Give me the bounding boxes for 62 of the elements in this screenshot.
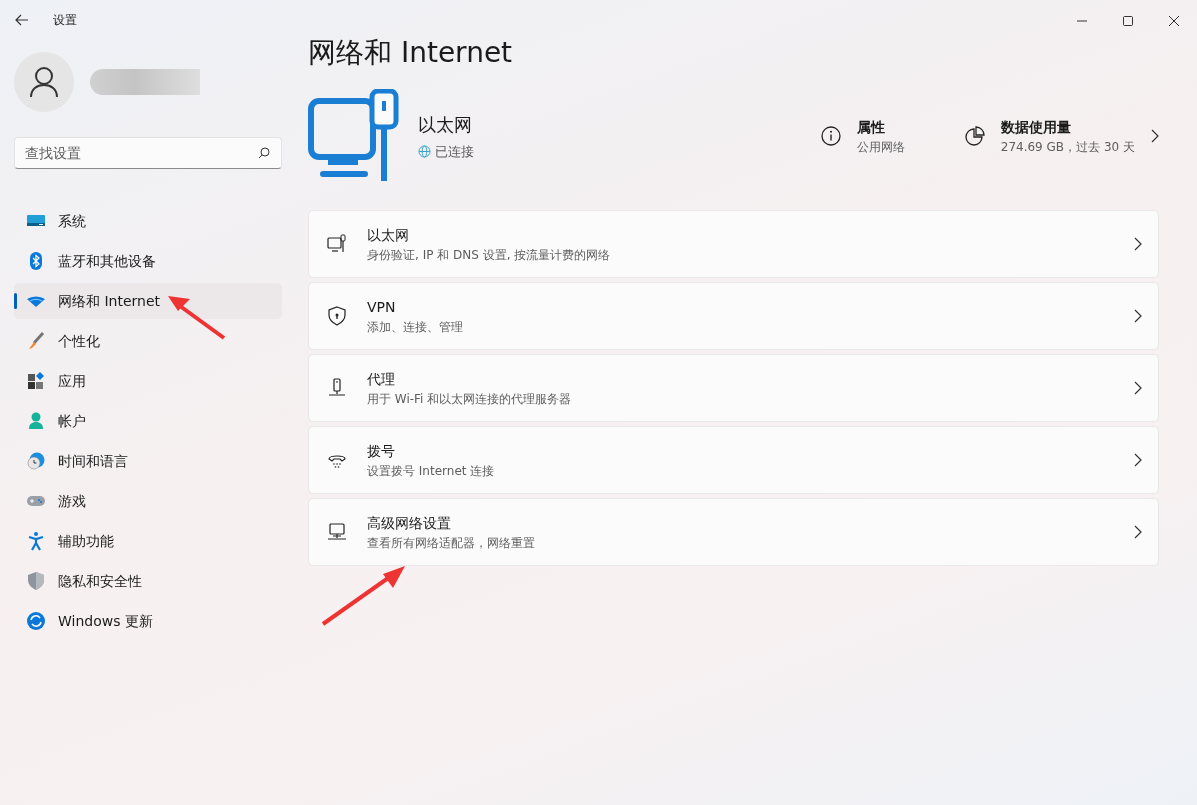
nav-item[interactable]: 时间和语言: [14, 443, 282, 479]
data-usage-value: 274.69 GB，过去 30 天: [1000, 138, 1135, 156]
settings-card[interactable]: 高级网络设置 查看所有网络适配器，网络重置: [308, 498, 1159, 566]
nav-item[interactable]: 个性化: [14, 323, 282, 359]
pie-chart-icon: [964, 126, 985, 146]
monitor-icon: [327, 234, 347, 254]
nav-item[interactable]: 游戏: [14, 483, 282, 519]
back-icon[interactable]: [15, 14, 29, 26]
setting-title: 以太网: [367, 225, 410, 245]
page-title: 网络和 Internet: [308, 35, 514, 71]
data-usage-label: 数据使用量: [1000, 117, 1072, 137]
close-icon[interactable]: [1169, 15, 1179, 26]
ethernet-monitor-icon: [308, 89, 402, 183]
search-field[interactable]: 查找设置: [14, 137, 282, 169]
person-icon: [26, 411, 46, 431]
setting-description: 用于 Wi-Fi 和以太网连接的代理服务器: [367, 390, 572, 408]
accessibility-icon: [26, 531, 46, 551]
update-icon: [26, 611, 46, 631]
setting-description: 添加、连接、管理: [367, 318, 463, 336]
settings-card[interactable]: VPN 添加、连接、管理: [308, 282, 1159, 350]
settings-card[interactable]: 拨号 设置拨号 Internet 连接: [308, 426, 1159, 494]
chevron-icon: [1134, 453, 1142, 467]
clock-icon: [26, 451, 46, 471]
info-icon: [820, 126, 841, 146]
chevron-icon: [1134, 381, 1142, 395]
chevron-icon: [1134, 525, 1142, 539]
shield-icon: [327, 306, 347, 326]
setting-title: 代理: [367, 369, 396, 389]
chevron-icon: [1134, 309, 1142, 323]
apps-icon: [26, 371, 46, 391]
globe-icon: [418, 145, 431, 158]
chevron-icon: [1151, 129, 1159, 143]
nav-item[interactable]: 网络和 Internet: [14, 283, 282, 319]
nav-item[interactable]: 蓝牙和其他设备: [14, 243, 282, 279]
server-icon: [327, 378, 347, 398]
connection-name: 以太网: [418, 112, 473, 137]
settings-card[interactable]: 代理 用于 Wi-Fi 和以太网连接的代理服务器: [308, 354, 1159, 422]
nav-item[interactable]: 系统: [14, 203, 282, 239]
setting-title: VPN: [367, 297, 397, 317]
chevron-icon: [1134, 237, 1142, 251]
nav-item[interactable]: 应用: [14, 363, 282, 399]
connection-status: 已连接: [435, 142, 474, 161]
setting-description: 查看所有网络适配器，网络重置: [367, 534, 535, 552]
settings-card[interactable]: 以太网 身份验证, IP 和 DNS 设置, 按流量计费的网络: [308, 210, 1159, 278]
window-title: 设置: [53, 12, 77, 29]
setting-description: 身份验证, IP 和 DNS 设置, 按流量计费的网络: [367, 246, 611, 264]
properties-label: 属性: [856, 117, 886, 137]
maximize-icon[interactable]: [1123, 15, 1133, 26]
setting-title: 拨号: [367, 441, 396, 461]
setting-description: 设置拨号 Internet 连接: [367, 462, 495, 480]
shield-icon: [26, 571, 46, 591]
properties-value: 公用网络: [856, 138, 905, 156]
nav-item[interactable]: 辅助功能: [14, 523, 282, 559]
nav-item[interactable]: 帐户: [14, 403, 282, 439]
nav-item[interactable]: Windows 更新: [14, 603, 282, 639]
computer-icon: [327, 522, 347, 542]
data-usage-link[interactable]: 数据使用量 274.69 GB，过去 30 天: [964, 116, 1159, 156]
brush-icon: [26, 331, 46, 351]
annotation-arrow: [166, 294, 226, 340]
search-icon: [258, 147, 270, 159]
setting-title: 高级网络设置: [367, 513, 452, 533]
nav-item[interactable]: 隐私和安全性: [14, 563, 282, 599]
